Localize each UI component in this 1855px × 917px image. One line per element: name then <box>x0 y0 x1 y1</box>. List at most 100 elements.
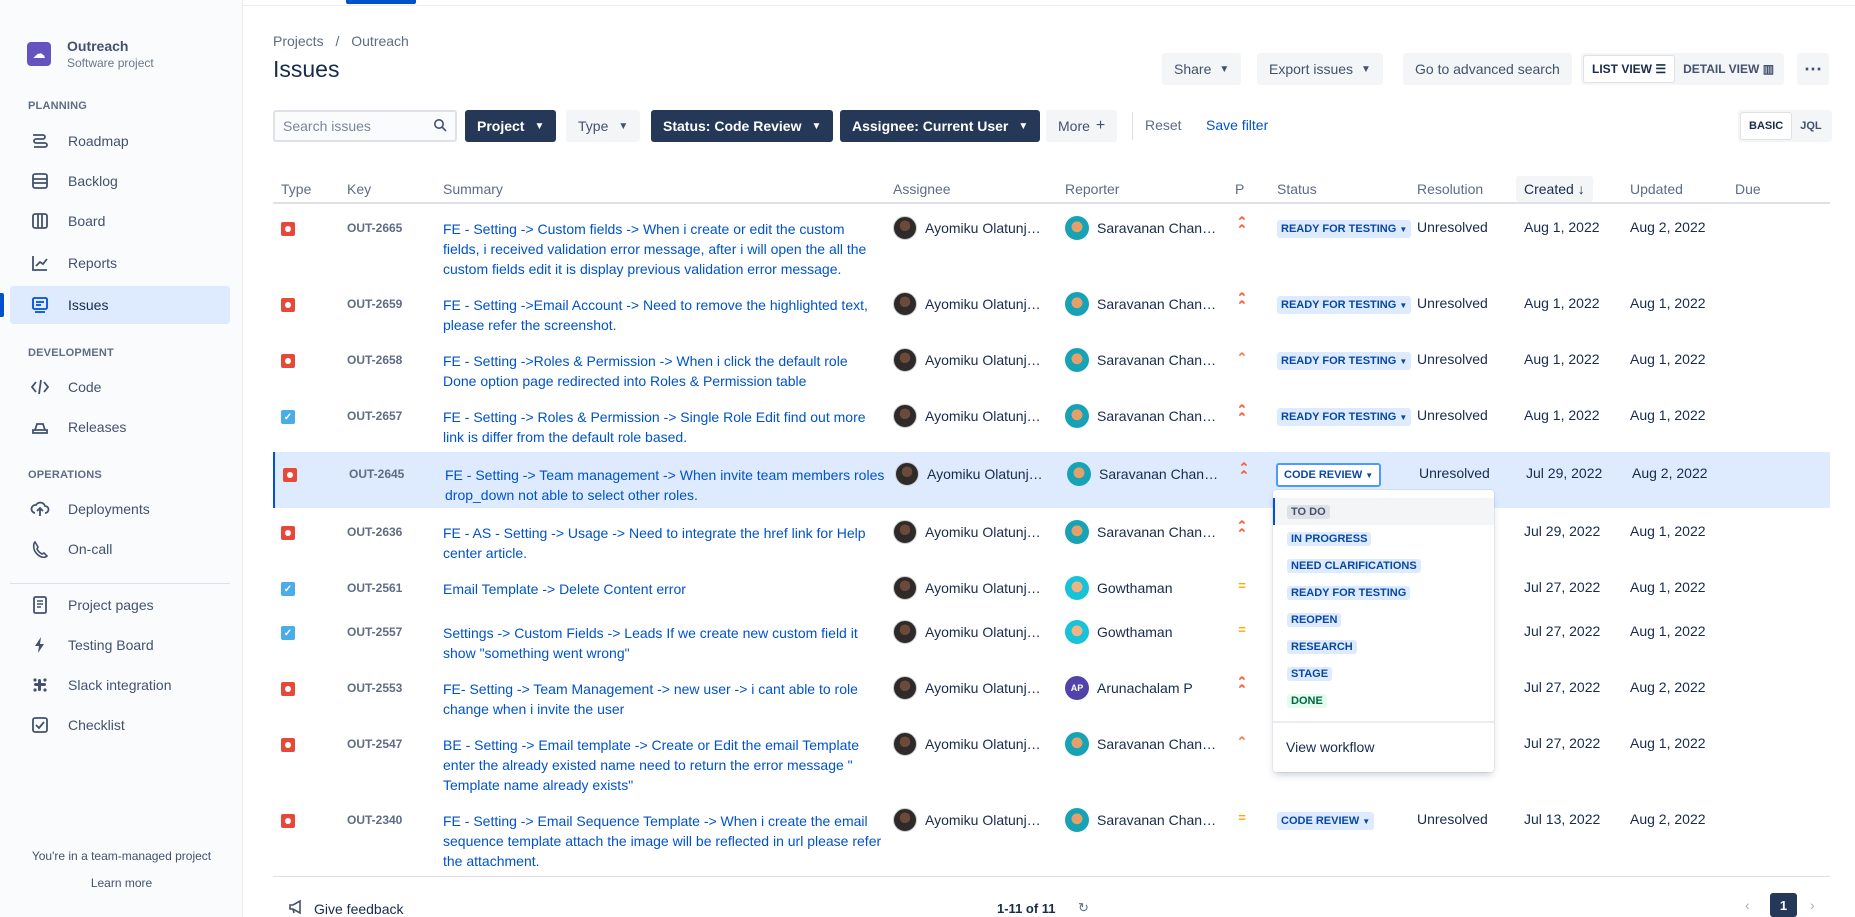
issue-summary[interactable]: FE - Setting -> Custom fields -> When i … <box>443 219 883 279</box>
learn-more-link[interactable]: Learn more <box>0 876 243 890</box>
column-key[interactable]: Key <box>347 181 371 197</box>
breadcrumb-projects[interactable]: Projects <box>273 33 324 49</box>
status-option-to-do[interactable]: TO DO <box>1273 498 1494 525</box>
issue-summary[interactable]: FE - Setting -> Roles & Permission -> Si… <box>443 407 883 447</box>
status-dropdown[interactable]: READY FOR TESTING ▼ <box>1277 220 1412 238</box>
issue-summary[interactable]: Settings -> Custom Fields -> Leads If we… <box>443 623 883 663</box>
issue-summary[interactable]: BE - Setting -> Email template -> Create… <box>443 735 883 795</box>
issue-key[interactable]: OUT-2645 <box>349 467 404 481</box>
reporter-cell[interactable]: Gowthaman <box>1065 576 1172 600</box>
breadcrumb-outreach[interactable]: Outreach <box>351 33 409 49</box>
issue-summary[interactable]: Email Template -> Delete Content error <box>443 579 883 599</box>
issue-key[interactable]: OUT-2547 <box>347 737 402 751</box>
list-view-button[interactable]: LIST VIEW ☰ <box>1583 55 1676 83</box>
basic-mode-button[interactable]: BASIC <box>1740 112 1793 140</box>
previous-page-icon[interactable]: ‹ <box>1745 897 1750 913</box>
status-filter[interactable]: Status: Code Review ▼ <box>651 110 834 142</box>
table-row[interactable]: OUT-2340 FE - Setting -> Email Sequence T… <box>273 798 1830 870</box>
sidebar-item-project-pages[interactable]: Project pages <box>10 586 230 624</box>
issue-key[interactable]: OUT-2657 <box>347 409 402 423</box>
table-row[interactable]: ✓ OUT-2561 Email Template -> Delete Conten… <box>273 566 1830 604</box>
save-filter-button[interactable]: Save filter <box>1206 117 1268 133</box>
assignee-cell[interactable]: Ayomiku Olatunj… <box>893 732 1041 756</box>
reporter-cell[interactable]: Saravanan Chan… <box>1065 808 1216 832</box>
issue-key[interactable]: OUT-2659 <box>347 297 402 311</box>
issue-summary[interactable]: FE - AS - Setting -> Usage -> Need to in… <box>443 523 883 563</box>
issue-summary[interactable]: FE - Setting -> Team management -> When … <box>445 465 885 505</box>
assignee-cell[interactable]: Ayomiku Olatunj… <box>893 216 1041 240</box>
reporter-cell[interactable]: Gowthaman <box>1065 620 1172 644</box>
assignee-filter[interactable]: Assignee: Current User ▼ <box>840 110 1041 142</box>
status-option-research[interactable]: RESEARCH <box>1273 633 1494 660</box>
page-1-button[interactable]: 1 <box>1770 893 1797 917</box>
sidebar-item-checklist[interactable]: Checklist <box>10 706 230 744</box>
status-dropdown[interactable]: READY FOR TESTING ▼ <box>1277 408 1412 426</box>
sidebar-item-reports[interactable]: Reports <box>10 244 230 282</box>
column-due[interactable]: Due <box>1735 181 1761 197</box>
table-row[interactable]: OUT-2645 FE - Setting -> Team management … <box>273 452 1830 508</box>
refresh-icon[interactable]: ↻ <box>1078 900 1089 916</box>
column-type[interactable]: Type <box>281 181 311 197</box>
column-updated[interactable]: Updated <box>1630 181 1683 197</box>
assignee-cell[interactable]: Ayomiku Olatunj… <box>895 462 1043 486</box>
table-row[interactable]: ✓ OUT-2557 Settings -> Custom Fields -> Le… <box>273 610 1830 662</box>
status-option-stage[interactable]: STAGE <box>1273 660 1494 687</box>
assignee-cell[interactable]: Ayomiku Olatunj… <box>893 292 1041 316</box>
column-assignee[interactable]: Assignee <box>893 181 951 197</box>
more-actions-button[interactable]: ⋯ <box>1797 53 1829 85</box>
table-row[interactable]: OUT-2658 FE - Setting ->Roles & Permissio… <box>273 338 1830 390</box>
assignee-cell[interactable]: Ayomiku Olatunj… <box>893 576 1041 600</box>
issue-key[interactable]: OUT-2665 <box>347 221 402 235</box>
status-dropdown[interactable]: CODE REVIEW ▼ <box>1276 463 1382 487</box>
reporter-cell[interactable]: Saravanan Chan… <box>1065 348 1216 372</box>
status-dropdown[interactable]: READY FOR TESTING ▼ <box>1277 352 1412 370</box>
sidebar-item-releases[interactable]: Releases <box>10 408 230 446</box>
table-row[interactable]: OUT-2636 FE - AS - Setting -> Usage -> Ne… <box>273 510 1830 562</box>
sidebar-item-issues[interactable]: Issues <box>0 286 230 324</box>
column-resolution[interactable]: Resolution <box>1417 181 1483 197</box>
column-reporter[interactable]: Reporter <box>1065 181 1119 197</box>
share-button[interactable]: Share ▼ <box>1162 53 1242 85</box>
column-summary[interactable]: Summary <box>443 181 503 197</box>
project-header[interactable]: ☁ Outreach Software project <box>27 38 154 70</box>
assignee-cell[interactable]: Ayomiku Olatunj… <box>893 404 1041 428</box>
assignee-cell[interactable]: Ayomiku Olatunj… <box>893 348 1041 372</box>
issue-summary[interactable]: FE- Setting -> Team Management -> new us… <box>443 679 883 719</box>
sidebar-item-backlog[interactable]: Backlog <box>10 162 230 200</box>
search-field[interactable] <box>273 110 457 142</box>
status-option-need-clarifications[interactable]: NEED CLARIFICATIONS <box>1273 552 1494 579</box>
status-option-done[interactable]: DONE <box>1273 687 1494 714</box>
sidebar-item-slack-integration[interactable]: Slack integration <box>10 666 230 704</box>
project-filter[interactable]: Project ▼ <box>465 110 557 142</box>
give-feedback-button[interactable]: Give feedback <box>288 899 404 917</box>
reporter-cell[interactable]: Saravanan Chan… <box>1065 404 1216 428</box>
issue-key[interactable]: OUT-2636 <box>347 525 402 539</box>
table-row[interactable]: OUT-2547 BE - Setting -> Email template -… <box>273 722 1830 795</box>
column-priority[interactable]: P <box>1235 181 1244 197</box>
status-option-ready-for-testing[interactable]: READY FOR TESTING <box>1273 579 1494 606</box>
sidebar-item-testing-board[interactable]: Testing Board <box>10 626 230 664</box>
type-filter[interactable]: Type ▼ <box>566 110 641 142</box>
sidebar-item-roadmap[interactable]: Roadmap <box>10 122 230 160</box>
status-dropdown[interactable]: READY FOR TESTING ▼ <box>1277 296 1412 314</box>
next-page-icon[interactable]: › <box>1810 897 1815 913</box>
search-input[interactable] <box>283 118 423 134</box>
reset-button[interactable]: Reset <box>1145 117 1182 133</box>
issue-key[interactable]: OUT-2553 <box>347 681 402 695</box>
reporter-cell[interactable]: Saravanan Chan… <box>1065 216 1216 240</box>
sidebar-item-on-call[interactable]: On-call <box>10 530 230 568</box>
jql-mode-button[interactable]: JQL <box>1792 112 1829 140</box>
advanced-search-button[interactable]: Go to advanced search <box>1403 53 1572 85</box>
table-row[interactable]: OUT-2659 FE - Setting ->Email Account -> … <box>273 282 1830 334</box>
reporter-cell[interactable]: AP Arunachalam P <box>1065 676 1193 700</box>
reporter-cell[interactable]: Saravanan Chan… <box>1065 732 1216 756</box>
reporter-cell[interactable]: Saravanan Chan… <box>1065 520 1216 544</box>
assignee-cell[interactable]: Ayomiku Olatunj… <box>893 808 1041 832</box>
sidebar-item-deployments[interactable]: Deployments <box>10 490 230 528</box>
assignee-cell[interactable]: Ayomiku Olatunj… <box>893 620 1041 644</box>
view-workflow-link[interactable]: View workflow <box>1286 739 1374 755</box>
assignee-cell[interactable]: Ayomiku Olatunj… <box>893 520 1041 544</box>
detail-view-button[interactable]: DETAIL VIEW ▥ <box>1675 55 1782 83</box>
issue-summary[interactable]: FE - Setting ->Roles & Permission -> Whe… <box>443 351 883 391</box>
table-row[interactable]: OUT-2553 FE- Setting -> Team Management -… <box>273 666 1830 718</box>
